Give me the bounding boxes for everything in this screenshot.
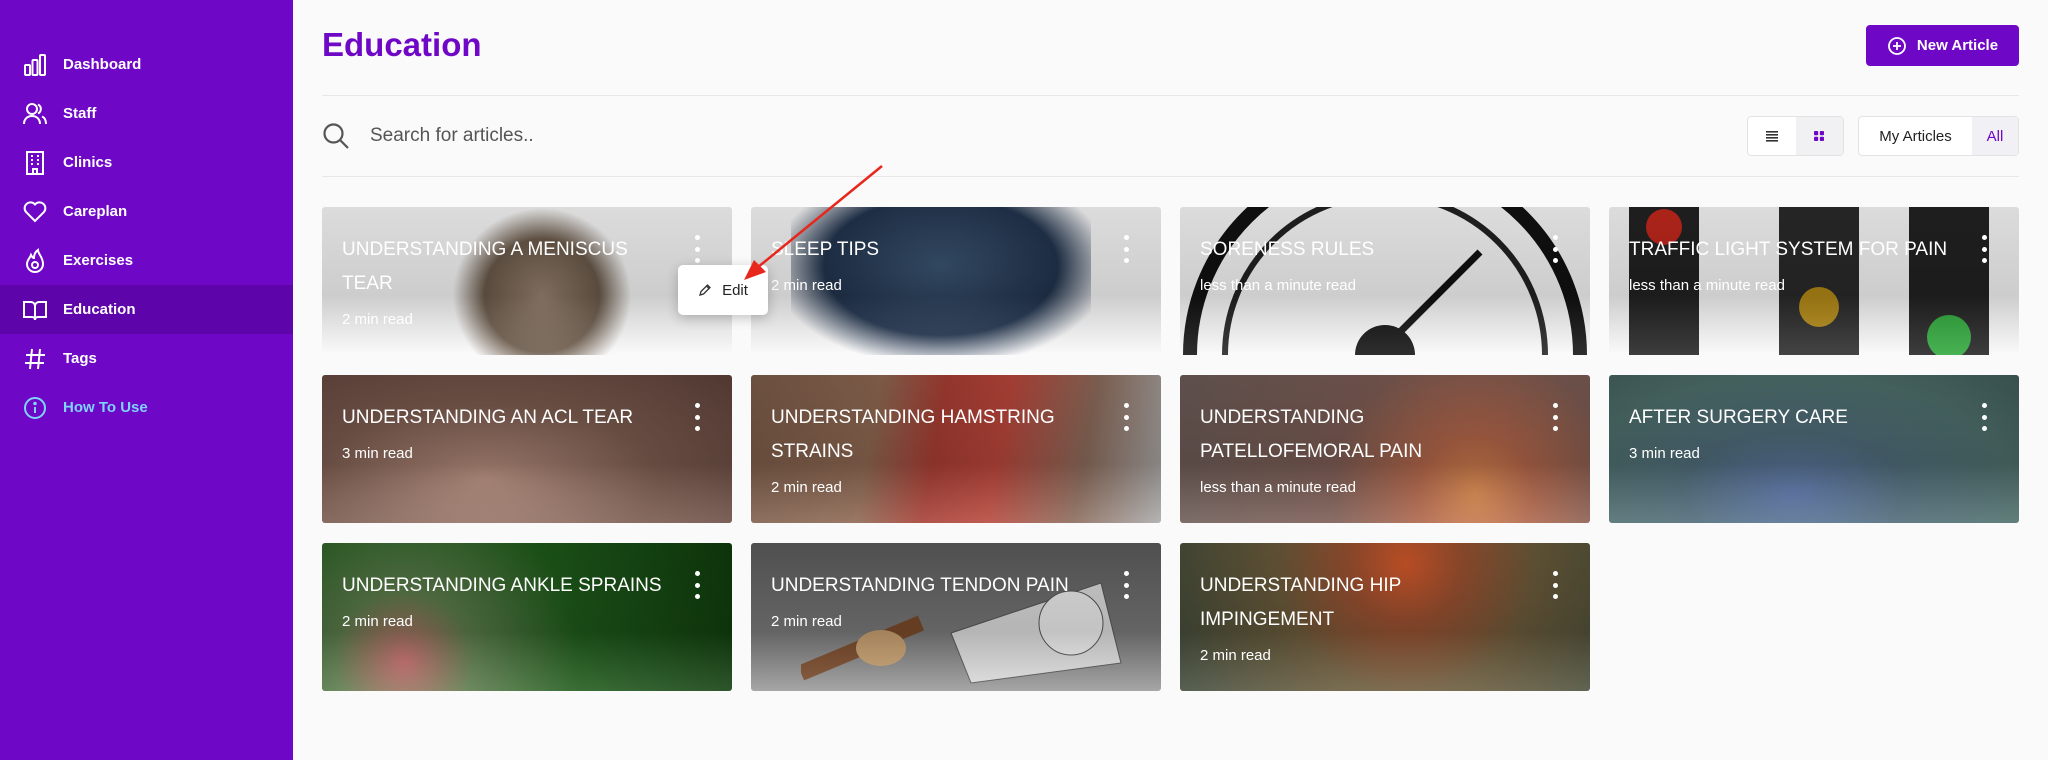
sidebar-item-exercises[interactable]: Exercises xyxy=(0,236,293,285)
more-options-button[interactable] xyxy=(692,403,702,431)
more-options-button[interactable] xyxy=(1979,235,1989,263)
building-icon xyxy=(22,150,48,176)
more-options-button[interactable] xyxy=(692,235,702,263)
card-read-time: 2 min read xyxy=(1200,647,1271,664)
article-filter-toggle: My Articles All xyxy=(1858,116,2019,156)
card-title: UNDERSTANDING AN ACL TEAR xyxy=(342,407,634,428)
card-title: SLEEP TIPS xyxy=(771,239,880,260)
card-read-time: 2 min read xyxy=(771,479,842,496)
search-input[interactable] xyxy=(370,118,1070,154)
article-card[interactable]: TRAFFIC LIGHT SYSTEM FOR PAIN less than … xyxy=(1609,207,2019,355)
sidebar-item-dashboard[interactable]: Dashboard xyxy=(0,40,293,89)
sidebar-item-label: Dashboard xyxy=(63,56,142,73)
card-title: TRAFFIC LIGHT SYSTEM FOR PAIN xyxy=(1629,239,1948,260)
article-card[interactable]: SLEEP TIPS 2 min read xyxy=(751,207,1161,355)
card-read-time: 2 min read xyxy=(771,613,842,630)
card-read-time: 2 min read xyxy=(342,613,413,630)
my-articles-button[interactable]: My Articles xyxy=(1859,117,1972,155)
sidebar-item-label: Exercises xyxy=(63,252,134,269)
card-read-time: 2 min read xyxy=(342,311,413,328)
card-read-time: less than a minute read xyxy=(1200,479,1356,496)
chart-bar-icon xyxy=(22,52,48,78)
card-read-time: less than a minute read xyxy=(1200,277,1356,294)
page-title: Education xyxy=(322,26,482,63)
sidebar-item-label: Staff xyxy=(63,105,97,122)
more-options-button[interactable] xyxy=(1550,571,1560,599)
article-card[interactable]: SORENESS RULES less than a minute read xyxy=(1180,207,1590,355)
article-card[interactable]: UNDERSTANDING AN ACL TEAR 3 min read xyxy=(322,375,732,523)
pencil-icon xyxy=(698,283,712,297)
grid-view-button[interactable] xyxy=(1795,117,1843,155)
search-divider xyxy=(322,176,2019,177)
sidebar-nav: Dashboard Staff Clinics Careplan Exercis… xyxy=(0,40,293,432)
sidebar-item-how-to-use[interactable]: How To Use xyxy=(0,383,293,432)
card-title: UNDERSTANDING HIP IMPINGEMENT xyxy=(1200,575,1401,630)
article-card[interactable]: UNDERSTANDING ANKLE SPRAINS 2 min read xyxy=(322,543,732,691)
card-read-time: 3 min read xyxy=(342,445,413,462)
all-articles-button[interactable]: All xyxy=(1972,117,2018,155)
sidebar-item-label: Education xyxy=(63,301,136,318)
article-card[interactable]: UNDERSTANDING PATELLOFEMORAL PAIN less t… xyxy=(1180,375,1590,523)
more-options-button[interactable] xyxy=(1550,403,1560,431)
new-article-button[interactable]: New Article xyxy=(1866,25,2019,66)
list-view-button[interactable] xyxy=(1748,117,1796,155)
more-options-button[interactable] xyxy=(1121,571,1131,599)
card-title: UNDERSTANDING ANKLE SPRAINS xyxy=(342,575,662,596)
card-title: UNDERSTANDING PATELLOFEMORAL PAIN xyxy=(1200,407,1423,462)
grid-icon xyxy=(1812,129,1826,143)
new-article-label: New Article xyxy=(1916,37,1999,54)
more-options-button[interactable] xyxy=(1979,403,1989,431)
book-open-icon xyxy=(22,297,48,323)
view-toggle xyxy=(1747,116,1844,156)
article-card[interactable]: UNDERSTANDING TENDON PAIN 2 min read xyxy=(751,543,1161,691)
sidebar-item-label: Clinics xyxy=(63,154,113,171)
info-circle-icon xyxy=(22,395,48,421)
card-title: UNDERSTANDING TENDON PAIN xyxy=(771,575,1069,596)
sidebar-item-education[interactable]: Education xyxy=(0,285,293,334)
article-card[interactable]: UNDERSTANDING A MENISCUS TEAR 2 min read xyxy=(322,207,732,355)
sidebar: Dashboard Staff Clinics Careplan Exercis… xyxy=(0,0,293,760)
sidebar-item-careplan[interactable]: Careplan xyxy=(0,187,293,236)
more-options-button[interactable] xyxy=(692,571,702,599)
sidebar-item-label: Tags xyxy=(63,350,97,367)
sidebar-item-label: How To Use xyxy=(63,399,148,416)
card-title: UNDERSTANDING A MENISCUS TEAR xyxy=(342,239,628,294)
sidebar-item-staff[interactable]: Staff xyxy=(0,89,293,138)
users-icon xyxy=(22,101,48,127)
search-icon xyxy=(322,122,350,150)
article-card[interactable]: UNDERSTANDING HIP IMPINGEMENT 2 min read xyxy=(1180,543,1590,691)
edit-menu-item[interactable]: Edit xyxy=(678,265,768,315)
article-card[interactable]: UNDERSTANDING HAMSTRING STRAINS 2 min re… xyxy=(751,375,1161,523)
sidebar-item-clinics[interactable]: Clinics xyxy=(0,138,293,187)
sidebar-item-tags[interactable]: Tags xyxy=(0,334,293,383)
card-read-time: less than a minute read xyxy=(1629,277,1785,294)
hash-icon xyxy=(22,346,48,372)
more-options-button[interactable] xyxy=(1121,235,1131,263)
header-divider xyxy=(322,95,2019,96)
article-card[interactable]: AFTER SURGERY CARE 3 min read xyxy=(1609,375,2019,523)
more-options-button[interactable] xyxy=(1550,235,1560,263)
plus-circle-icon xyxy=(1887,36,1907,56)
list-icon xyxy=(1765,129,1779,143)
card-title: UNDERSTANDING HAMSTRING STRAINS xyxy=(771,407,1055,462)
more-options-button[interactable] xyxy=(1121,403,1131,431)
heart-icon xyxy=(22,199,48,225)
edit-label: Edit xyxy=(722,281,748,299)
flame-icon xyxy=(22,247,48,274)
sidebar-item-label: Careplan xyxy=(63,203,128,220)
card-title: AFTER SURGERY CARE xyxy=(1629,407,1848,428)
card-title: SORENESS RULES xyxy=(1200,239,1375,260)
card-read-time: 2 min read xyxy=(771,277,842,294)
card-read-time: 3 min read xyxy=(1629,445,1700,462)
